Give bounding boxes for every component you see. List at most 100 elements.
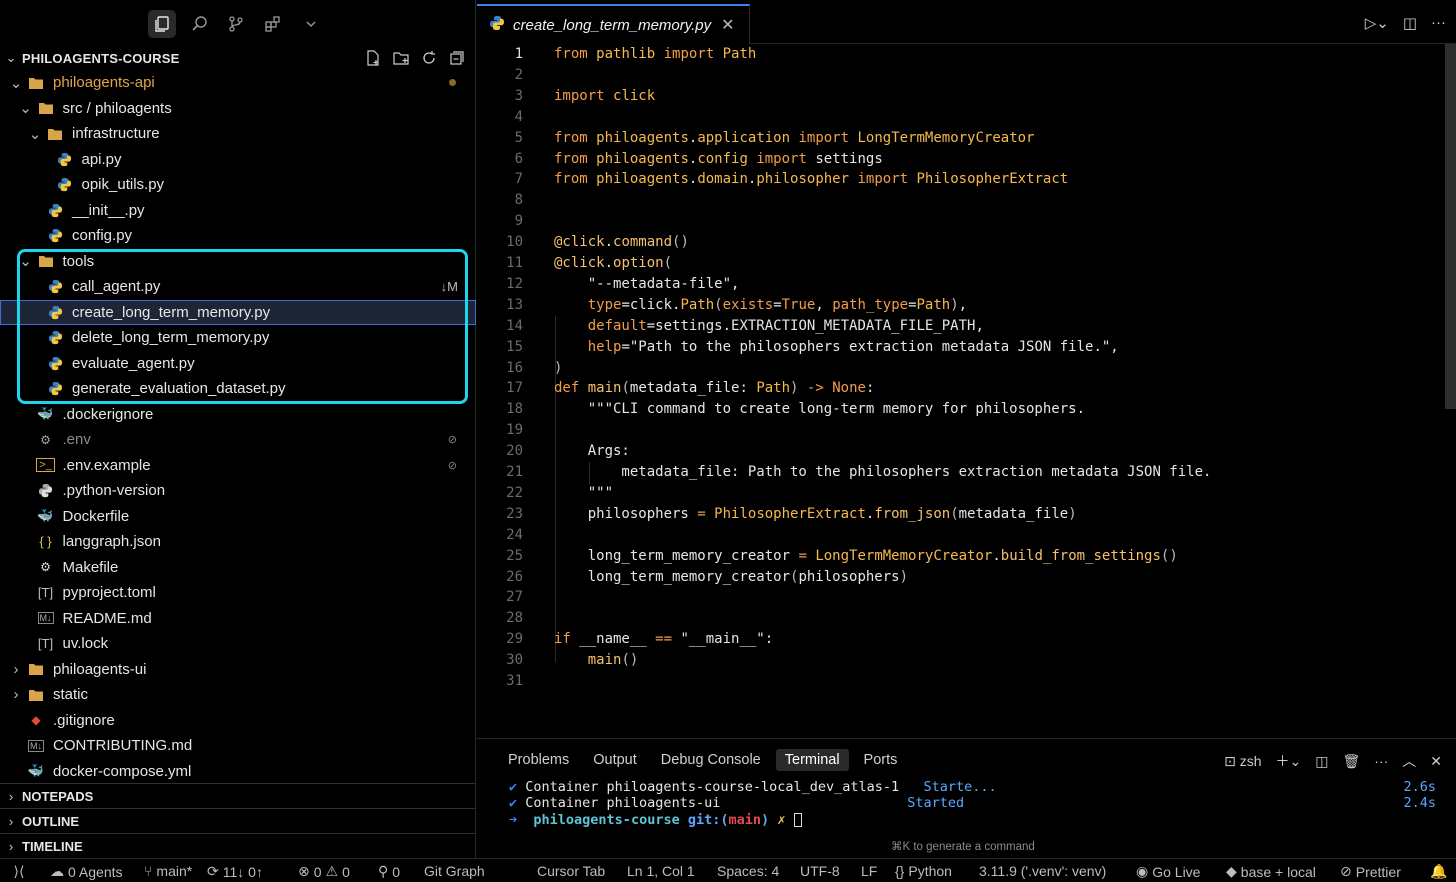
close-icon[interactable]: ✕: [1430, 753, 1442, 770]
tree-item-readme-md[interactable]: M↓ README.md: [0, 606, 476, 632]
code-line[interactable]: Args:: [554, 441, 630, 462]
code-editor[interactable]: create_long_term_memory.py ✕ ▷⌄ ◫ ··· 1 f…: [477, 0, 1456, 738]
status-ports[interactable]: ⚲ 0: [378, 863, 400, 880]
tree-item-api-py[interactable]: api.py: [0, 147, 476, 173]
new-file-icon[interactable]: [362, 48, 384, 68]
code-line[interactable]: help="Path to the philosophers extractio…: [554, 337, 1119, 358]
status-language[interactable]: {} Python: [895, 863, 952, 879]
terminal-prompt[interactable]: ➜ philoagents-course git:(main) ✗: [509, 812, 802, 828]
code-line[interactable]: import click: [554, 86, 655, 107]
panel-outline[interactable]: › OUTLINE: [0, 808, 476, 833]
tab-output[interactable]: Output: [584, 749, 646, 771]
tab-ports[interactable]: Ports: [855, 749, 907, 771]
status-prettier[interactable]: ⊘ Prettier: [1340, 863, 1401, 880]
code-line[interactable]: from pathlib import Path: [554, 44, 756, 65]
more-icon[interactable]: ···: [1431, 14, 1446, 32]
search-icon[interactable]: [186, 10, 214, 38]
tree-item-gitignore[interactable]: ◆ .gitignore: [0, 708, 476, 734]
run-icon[interactable]: ▷⌄: [1365, 14, 1389, 32]
panel-timeline[interactable]: › TIMELINE: [0, 833, 476, 858]
code-line[interactable]: from philoagents.application import Long…: [554, 128, 1035, 149]
status-problems[interactable]: ⊗ 0 ⚠ 0: [298, 863, 350, 880]
collapse-all-icon[interactable]: [446, 48, 468, 68]
refresh-icon[interactable]: [418, 48, 440, 68]
tree-item-contributing-md[interactable]: M↓ CONTRIBUTING.md: [0, 733, 476, 759]
status-env[interactable]: ◆ base + local: [1226, 863, 1316, 880]
status-position[interactable]: Ln 1, Col 1: [627, 863, 695, 879]
new-folder-icon[interactable]: [390, 48, 412, 68]
more-icon[interactable]: ···: [1374, 753, 1388, 769]
tree-item-generate-evaluation-dataset-py[interactable]: generate_evaluation_dataset.py: [0, 376, 476, 402]
split-editor-icon[interactable]: ◫: [1403, 14, 1417, 32]
tree-item-api-folder[interactable]: ⌄ philoagents-api: [0, 70, 476, 96]
code-line[interactable]: from philoagents.config import settings: [554, 149, 883, 170]
tree-item-python-version[interactable]: .python-version: [0, 478, 476, 504]
tree-item-uv-lock[interactable]: [T] uv.lock: [0, 631, 476, 657]
maximize-icon[interactable]: ︿: [1402, 751, 1416, 771]
tree-item-create-long-term-memory-py[interactable]: create_long_term_memory.py: [0, 299, 476, 325]
tree-item-langgraph-json[interactable]: { } langgraph.json: [0, 529, 476, 555]
code-line[interactable]: default=settings.EXTRACTION_METADATA_FIL…: [554, 316, 984, 337]
status-cursor-tab[interactable]: Cursor Tab: [537, 863, 605, 879]
status-spaces[interactable]: Spaces: 4: [717, 863, 779, 879]
tree-item-delete-long-term-memory-py[interactable]: delete_long_term_memory.py: [0, 325, 476, 351]
tree-item-docker-compose-yml[interactable]: 🐳 docker-compose.yml: [0, 759, 476, 785]
status-sync[interactable]: ⟳ 11↓ 0↑: [207, 863, 263, 880]
close-icon[interactable]: ✕: [721, 15, 734, 35]
tree-item-tools-folder[interactable]: ⌄ tools: [0, 249, 476, 275]
tree-item-philoagents-ui-folder[interactable]: › philoagents-ui: [0, 657, 476, 683]
code-line[interactable]: if __name__ == "__main__":: [554, 629, 773, 650]
tree-item-evaluate-agent-py[interactable]: evaluate_agent.py: [0, 351, 476, 377]
source-control-icon[interactable]: [222, 10, 250, 38]
code-line[interactable]: philosophers = PhilosopherExtract.from_j…: [554, 504, 1077, 525]
status-go-live[interactable]: ◉ Go Live: [1136, 863, 1200, 880]
tree-item-init-py[interactable]: __init__.py: [0, 198, 476, 224]
status-encoding[interactable]: UTF-8: [800, 863, 840, 879]
tree-item-dockerignore[interactable]: 🐳 .dockerignore: [0, 402, 476, 428]
tree-item-src-folder[interactable]: ⌄ src / philoagents: [0, 96, 476, 122]
explorer-icon[interactable]: [148, 10, 176, 38]
remote-icon[interactable]: ⟩⟨: [0, 859, 38, 882]
code-line[interactable]: @click.option(: [554, 253, 672, 274]
explorer-header[interactable]: ⌄ PHILOAGENTS-COURSE: [0, 46, 476, 70]
status-git-graph[interactable]: Git Graph: [424, 863, 485, 879]
status-eol[interactable]: LF: [861, 863, 877, 879]
tree-item-config-py[interactable]: config.py: [0, 223, 476, 249]
tab-debug-console[interactable]: Debug Console: [652, 749, 770, 771]
tree-item-env[interactable]: ⚙ .env ⊘: [0, 427, 476, 453]
new-terminal-button[interactable]: ＋⌄: [1276, 751, 1302, 771]
tree-item-makefile[interactable]: ⚙ Makefile: [0, 555, 476, 581]
editor-scrollbar[interactable]: [1445, 44, 1456, 409]
panel-notepads[interactable]: › NOTEPADS: [0, 783, 476, 808]
tree-item-env-example[interactable]: >_ .env.example ⊘: [0, 453, 476, 479]
tab-create-long-term-memory[interactable]: create_long_term_memory.py ✕: [477, 4, 750, 44]
code-line[interactable]: """CLI command to create long-term memor…: [554, 399, 1085, 420]
trash-icon[interactable]: 🗑: [1342, 753, 1360, 770]
code-line[interactable]: @click.command(): [554, 232, 689, 253]
extensions-icon[interactable]: [259, 10, 287, 38]
tab-terminal[interactable]: Terminal: [775, 749, 849, 771]
tree-item-infrastructure-folder[interactable]: ⌄ infrastructure: [0, 121, 476, 147]
terminal-shell[interactable]: ⊡ zsh: [1224, 753, 1261, 770]
tab-problems[interactable]: Problems: [499, 749, 578, 771]
code-line[interactable]: """: [554, 483, 613, 504]
code-line[interactable]: type=click.Path(exists=True, path_type=P…: [554, 295, 967, 316]
code-line[interactable]: ): [554, 358, 562, 379]
tree-item-static-folder[interactable]: › static: [0, 682, 476, 708]
code-line[interactable]: from philoagents.domain.philosopher impo…: [554, 169, 1068, 190]
code-line[interactable]: main(): [554, 650, 639, 671]
code-line[interactable]: def main(metadata_file: Path) -> None:: [554, 378, 874, 399]
bell-icon[interactable]: 🔔: [1430, 863, 1447, 880]
code-line[interactable]: "--metadata-file",: [554, 274, 740, 295]
tree-item-dockerfile[interactable]: 🐳 Dockerfile: [0, 504, 476, 530]
tree-item-pyproject-toml[interactable]: [T] pyproject.toml: [0, 580, 476, 606]
status-branch[interactable]: ⑂ main*: [144, 863, 192, 879]
tree-item-opik-utils-py[interactable]: opik_utils.py: [0, 172, 476, 198]
terminal-panel[interactable]: Problems Output Debug Console Terminal P…: [477, 738, 1456, 858]
status-interpreter[interactable]: 3.11.9 ('.venv': venv): [979, 863, 1106, 879]
status-agents[interactable]: ☁ 0 Agents: [50, 863, 123, 880]
tree-item-call-agent-py[interactable]: call_agent.py ↓M: [0, 274, 476, 300]
code-line[interactable]: long_term_memory_creator(philosophers): [554, 567, 908, 588]
split-terminal-icon[interactable]: ◫: [1315, 753, 1328, 770]
chevron-down-icon[interactable]: [297, 10, 325, 38]
